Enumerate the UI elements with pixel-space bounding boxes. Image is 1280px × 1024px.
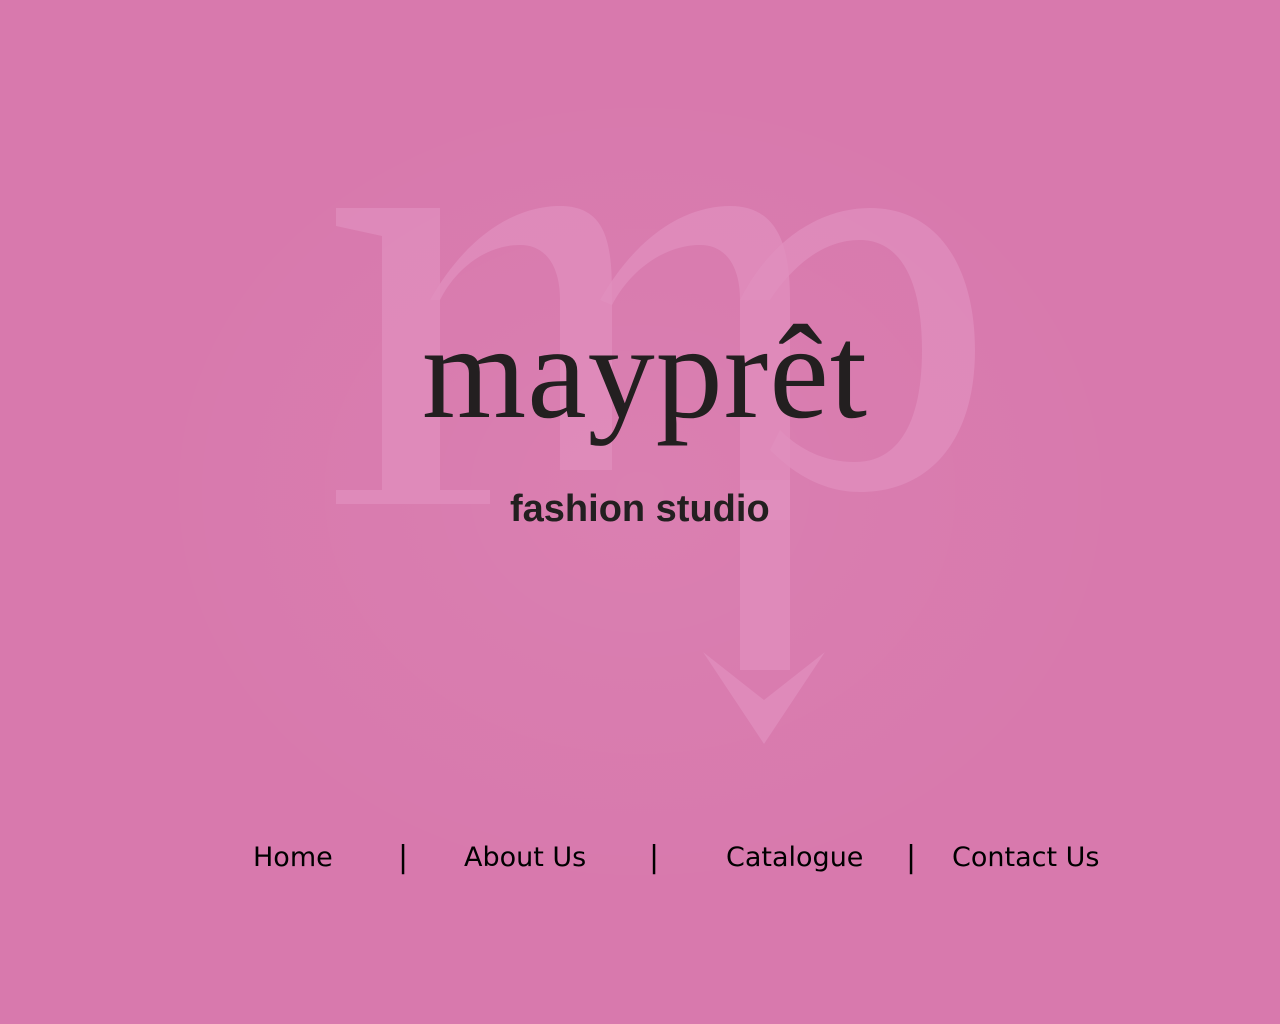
nav-separator: | [649, 840, 660, 875]
brand-name-text: mayprêt [422, 298, 869, 446]
brand-tagline: fashion studio [510, 488, 770, 530]
nav-link-home[interactable]: Home [253, 838, 333, 878]
main-navigation: Home | About Us | Catalogue | Contact Us [0, 838, 1280, 878]
page: mayprêt fashion studio Home | About Us |… [0, 0, 1280, 1024]
nav-link-contact-us[interactable]: Contact Us [952, 838, 1099, 878]
nav-separator: | [398, 840, 409, 875]
nav-link-about-us[interactable]: About Us [464, 838, 586, 878]
nav-link-catalogue[interactable]: Catalogue [726, 838, 863, 878]
nav-separator: | [906, 840, 917, 875]
